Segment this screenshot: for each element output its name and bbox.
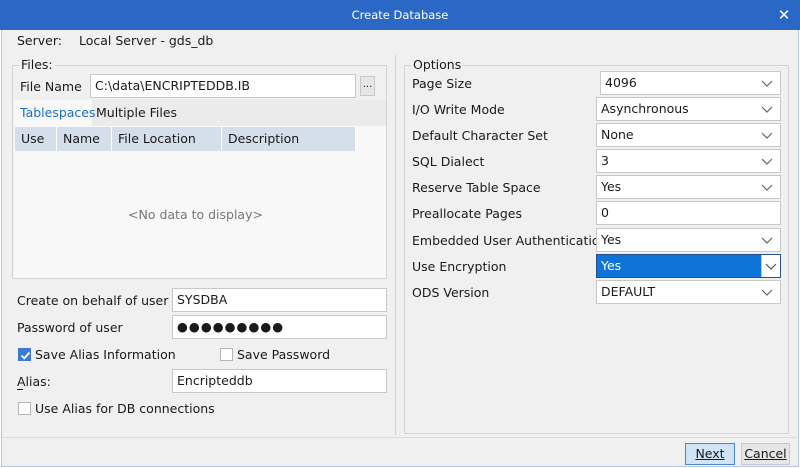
chevron-down-icon [761, 184, 773, 191]
reserve-table-space-value: Yes [601, 179, 622, 194]
browse-button[interactable]: ... [360, 76, 375, 96]
title-bar: Create Database ✕ [0, 0, 800, 30]
reserve-table-space-select[interactable]: Yes [596, 175, 781, 199]
option-label-preallocate-pages: Preallocate Pages [412, 206, 522, 221]
chevron-down-icon [761, 289, 773, 296]
cancel-button[interactable]: Cancel [741, 443, 790, 465]
behalf-user-input[interactable]: SYSDBA [172, 288, 387, 312]
pane-divider [395, 55, 396, 435]
save-password-label: Save Password [237, 347, 331, 362]
password-label: Password of user [17, 320, 123, 335]
ods-version-select[interactable]: DEFAULT [596, 280, 781, 304]
option-label-embedded-user-auth: Embedded User Authentication [412, 233, 608, 248]
behalf-user-label: Create on behalf of user [17, 293, 169, 308]
option-label-reserve-table-space: Reserve Table Space [412, 180, 541, 195]
embedded-user-auth-value: Yes [601, 232, 622, 247]
files-legend: Files: [19, 57, 55, 72]
server-label: Server: [17, 33, 62, 48]
next-button-label: Next [695, 446, 725, 461]
alias-label: Alias: [17, 374, 51, 389]
save-alias-checkbox[interactable] [18, 348, 31, 361]
option-label-sql-dialect: SQL Dialect [412, 154, 485, 169]
ods-version-value: DEFAULT [601, 284, 656, 299]
use-encryption-select[interactable]: Yes [596, 254, 781, 278]
use-alias-checkbox[interactable] [18, 402, 31, 415]
save-password-checkbox[interactable] [220, 348, 233, 361]
grid-empty-text: <No data to display> [128, 207, 263, 222]
chevron-down-icon [761, 80, 773, 87]
embedded-user-auth-select[interactable]: Yes [596, 228, 781, 252]
options-legend: Options [411, 57, 464, 72]
tab-multiple-files[interactable]: Multiple Files [96, 100, 177, 126]
option-label-use-encryption: Use Encryption [412, 259, 507, 274]
chevron-down-icon [761, 132, 773, 139]
window-title: Create Database [351, 8, 449, 22]
use-alias-label: Use Alias for DB connections [35, 401, 215, 416]
option-label-io-write-mode: I/O Write Mode [412, 102, 505, 117]
sql-dialect-value: 3 [601, 153, 609, 168]
cancel-button-label: Cancel [744, 446, 787, 461]
chevron-down-icon [765, 263, 777, 270]
option-label-page-size: Page Size [412, 76, 472, 91]
page-size-value: 4096 [605, 75, 637, 90]
page-size-select[interactable]: 4096 [600, 71, 781, 95]
checkmark-icon [20, 351, 31, 360]
column-header-file-location[interactable]: File Location [112, 127, 222, 151]
default-charset-value: None [601, 127, 634, 142]
chevron-down-icon [761, 106, 773, 113]
next-button[interactable]: Next [685, 443, 735, 465]
server-value: Local Server - gds_db [79, 33, 214, 48]
option-label-default-charset: Default Character Set [412, 128, 548, 143]
tab-tablespaces[interactable]: Tablespaces [14, 100, 96, 126]
column-header-name[interactable]: Name [57, 127, 112, 151]
file-name-label: File Name [20, 79, 82, 94]
alias-mnemonic-underline [17, 389, 23, 390]
io-write-mode-select[interactable]: Asynchronous [596, 97, 781, 121]
preallocate-pages-input[interactable]: 0 [596, 201, 781, 225]
column-header-use[interactable]: Use [15, 127, 57, 151]
password-input[interactable]: ●●●●●●●●● [172, 315, 387, 339]
file-name-input[interactable]: C:\data\ENCRIPTEDDB.IB [90, 74, 356, 98]
column-header-description[interactable]: Description [222, 127, 356, 151]
use-encryption-value: Yes [601, 258, 622, 273]
sql-dialect-select[interactable]: 3 [596, 149, 781, 173]
io-write-mode-value: Asynchronous [601, 101, 689, 116]
default-charset-select[interactable]: None [596, 123, 781, 147]
chevron-down-icon [761, 158, 773, 165]
footer-divider [2, 437, 797, 438]
close-icon[interactable]: ✕ [774, 5, 794, 25]
save-alias-label: Save Alias Information [35, 347, 176, 362]
chevron-down-icon [761, 237, 773, 244]
option-label-ods-version: ODS Version [412, 285, 490, 300]
alias-input[interactable]: Encripteddb [172, 369, 387, 393]
